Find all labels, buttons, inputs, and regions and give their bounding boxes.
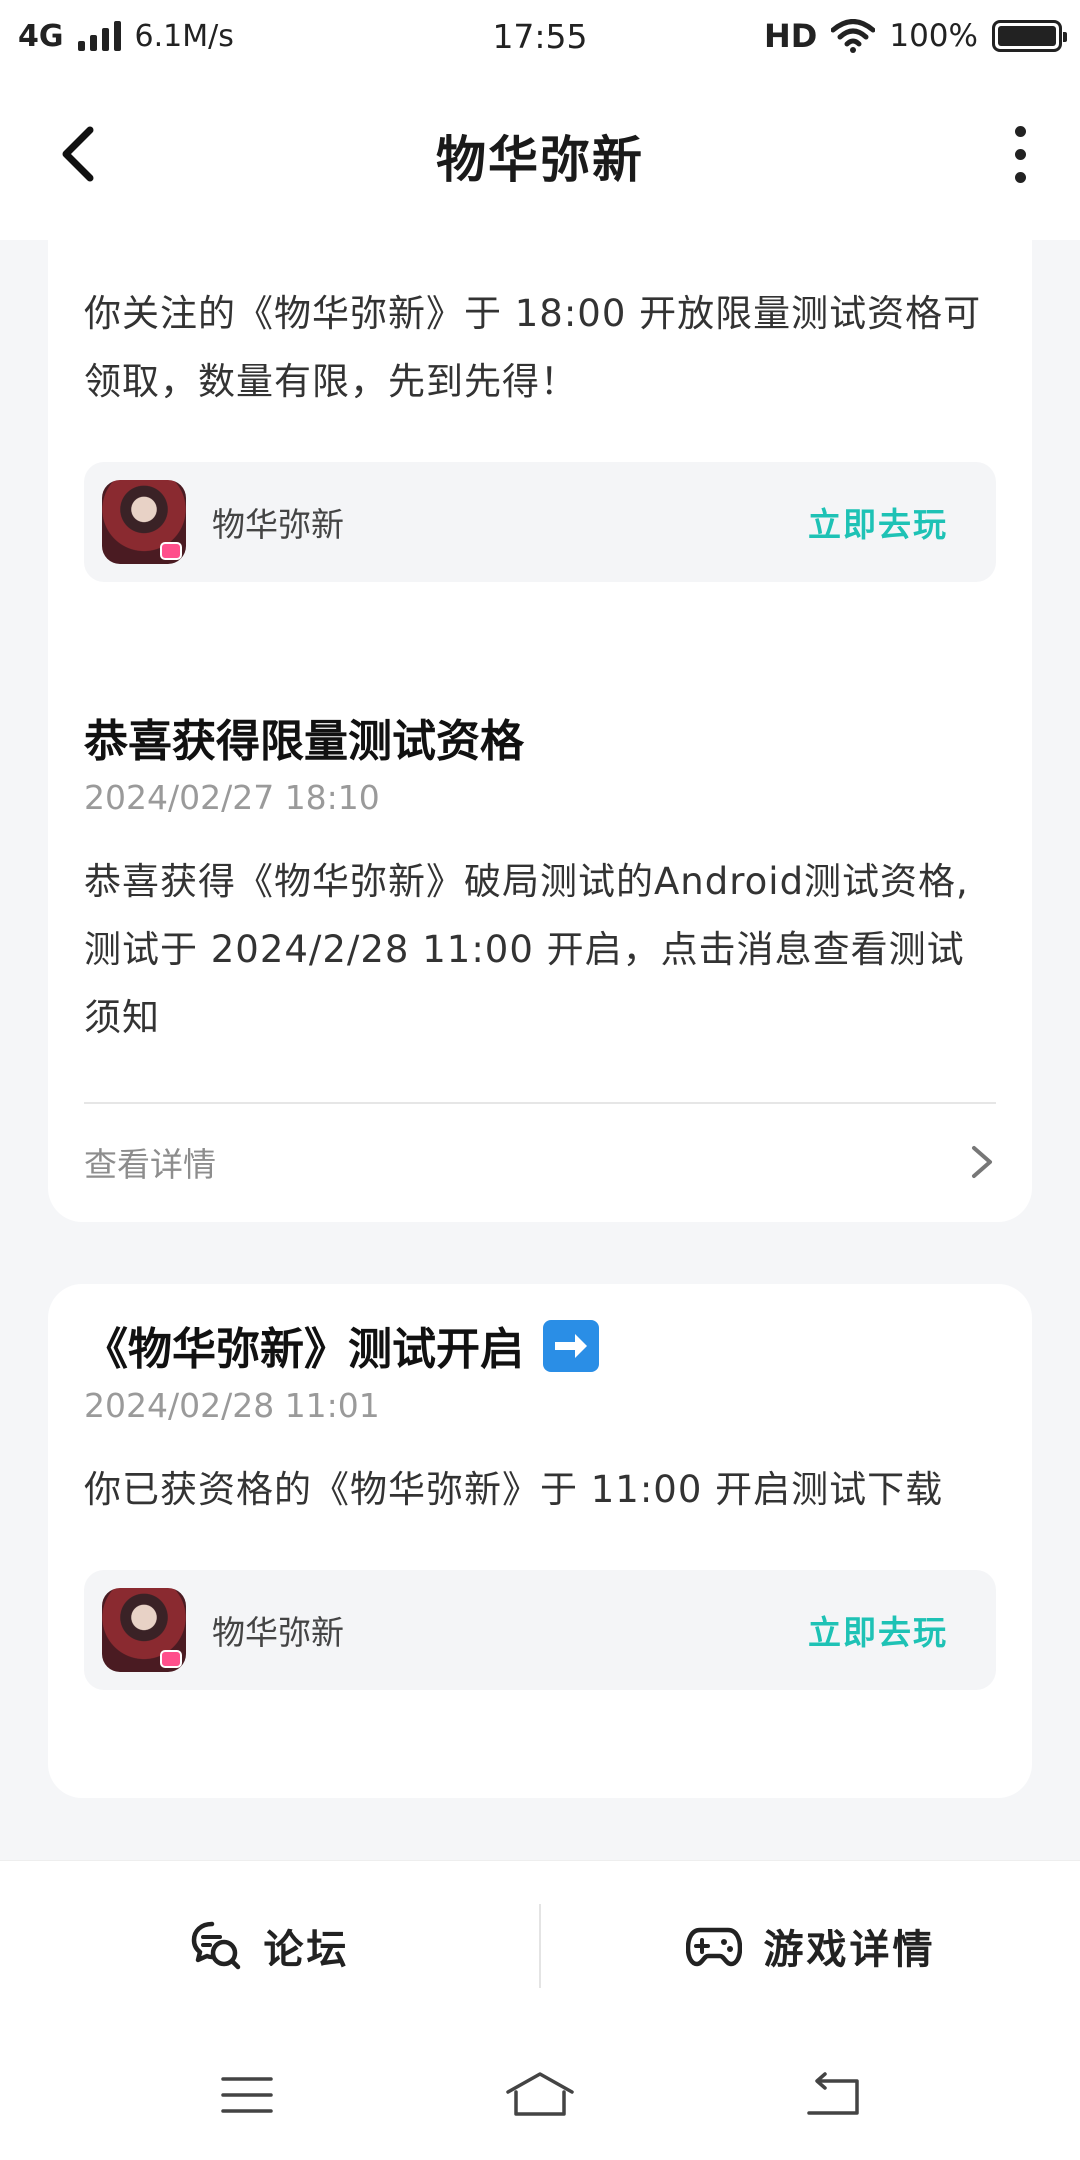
game-row[interactable]: 物华弥新 立即去玩	[84, 462, 996, 582]
home-icon	[506, 2072, 574, 2116]
menu-nav-button[interactable]	[207, 2065, 287, 2125]
play-now-button[interactable]: 立即去玩	[808, 498, 948, 546]
forum-icon	[191, 1921, 240, 1969]
back-button[interactable]	[52, 124, 112, 184]
battery-percent: 100%	[889, 18, 978, 54]
status-left: 4G 6.1M/s	[18, 19, 234, 54]
more-dot-icon	[1014, 148, 1026, 160]
message-date: 2024/02/28 11:01	[84, 1386, 380, 1425]
game-details-button[interactable]: 游戏详情	[541, 1861, 1080, 2030]
more-dot-icon	[1014, 125, 1026, 137]
chevron-right-icon	[972, 1146, 992, 1178]
network-type: 4G	[18, 18, 64, 54]
status-bar: 4G 6.1M/s 17:55 HD 100%	[0, 0, 1080, 72]
game-row[interactable]: 物华弥新 立即去玩	[84, 1570, 996, 1690]
back-nav-button[interactable]	[793, 2065, 873, 2125]
game-app-icon[interactable]	[102, 1588, 186, 1672]
system-nav-bar	[0, 2030, 1080, 2160]
tv-badge-icon	[160, 542, 182, 560]
game-name: 物华弥新	[212, 505, 344, 544]
bottom-action-bar: 论坛 游戏详情	[0, 1860, 1080, 2030]
message-text: 你关注的《物华弥新》于 18:00 开放限量测试资格可领取，数量有限，先到先得！	[84, 292, 982, 403]
message-card[interactable]: 恭喜获得限量测试资格 2024/02/27 18:10 恭喜获得《物华弥新》破局…	[48, 676, 1032, 1222]
chevron-left-icon	[62, 126, 94, 182]
view-details-label: 查看详情	[84, 1145, 216, 1184]
message-date: 2024/02/27 18:10	[84, 778, 380, 817]
game-app-icon[interactable]	[102, 480, 186, 564]
battery-icon	[992, 20, 1067, 52]
message-card: 《物华弥新》测试开启 2024/02/28 11:01 你已获资格的《物华弥新》…	[48, 1284, 1032, 1798]
message-text: 恭喜获得《物华弥新》破局测试的Android测试资格,测试于 2024/2/28…	[84, 860, 969, 1039]
network-speed: 6.1M/s	[134, 18, 234, 54]
message-title-text: 《物华弥新》测试开启	[84, 1324, 524, 1375]
forum-label: 论坛	[263, 1926, 350, 1973]
gamepad-icon	[685, 1927, 742, 1966]
battery-fill	[998, 26, 1056, 46]
back-nav-icon	[807, 2072, 860, 2115]
message-list[interactable]: 你关注的《物华弥新》于 18:00 开放限量测试资格可领取，数量有限，先到先得！…	[0, 240, 1080, 1860]
title-bar: 物华弥新	[0, 72, 1080, 240]
tv-badge-icon	[160, 1650, 182, 1668]
signal-icon	[77, 21, 121, 51]
hd-indicator: HD	[764, 17, 818, 55]
more-options-button[interactable]	[1000, 124, 1040, 184]
wifi-icon	[831, 19, 876, 53]
message-title: 恭喜获得限量测试资格	[84, 716, 524, 767]
message-text: 你已获资格的《物华弥新》于 11:00 开启测试下载	[84, 1468, 944, 1511]
menu-icon	[220, 2077, 273, 2113]
screen: 4G 6.1M/s 17:55 HD 100% 物华弥新 你关注的《物华弥新》于…	[0, 0, 1080, 2160]
game-name: 物华弥新	[212, 1613, 344, 1652]
right-arrow-icon	[543, 1320, 600, 1372]
game-details-label: 游戏详情	[763, 1926, 936, 1973]
forum-button[interactable]: 论坛	[0, 1861, 539, 2030]
more-dot-icon	[1014, 171, 1026, 183]
view-details-row[interactable]: 查看详情	[84, 1104, 996, 1220]
page-title: 物华弥新	[436, 131, 644, 189]
status-right: HD 100%	[764, 17, 1067, 55]
home-nav-button[interactable]	[500, 2065, 580, 2125]
play-now-button[interactable]: 立即去玩	[808, 1606, 948, 1654]
message-title: 《物华弥新》测试开启	[84, 1320, 996, 1380]
